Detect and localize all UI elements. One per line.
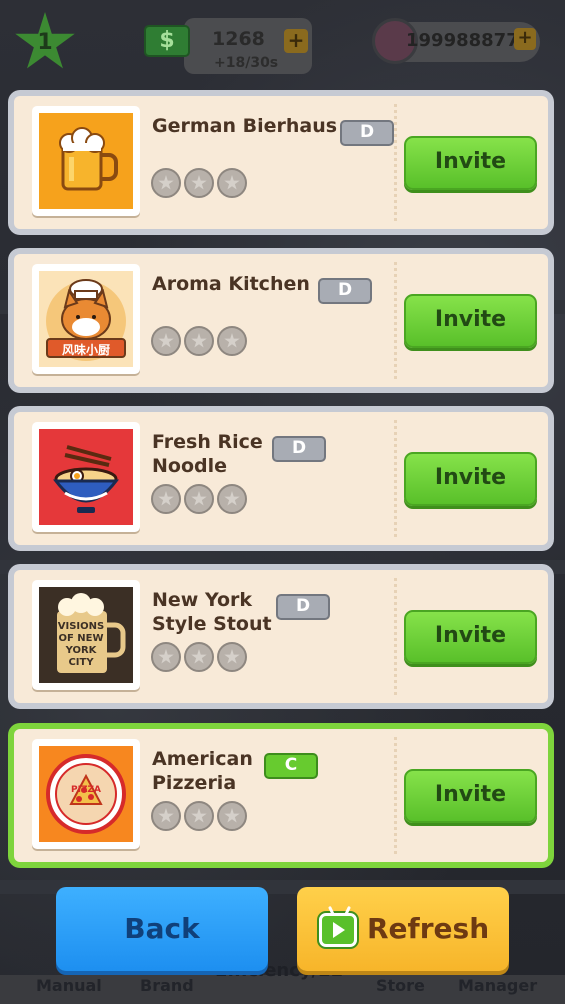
star-rating [151, 801, 247, 831]
empty-star-icon [184, 642, 214, 672]
empty-star-icon [217, 484, 247, 514]
cash-rate: +18/30s [214, 55, 279, 71]
restaurant-name: Fresh Rice Noodle [152, 431, 263, 477]
restaurant-logo [32, 106, 140, 216]
restaurant-card-body: 风味小厨 Aroma Kitchen D Invite [14, 254, 548, 387]
beer-mug-icon [59, 127, 118, 191]
empty-star-icon [151, 484, 181, 514]
restaurant-logo: PIZZA delicious [32, 739, 140, 849]
card-divider [394, 420, 397, 537]
empty-star-icon [184, 484, 214, 514]
empty-star-icon [151, 642, 181, 672]
restaurant-name: American Pizzeria [152, 748, 253, 794]
refresh-button[interactable]: Refresh [297, 887, 509, 971]
refresh-label: Refresh [367, 912, 490, 945]
grade-badge: D [272, 436, 326, 462]
invite-button[interactable]: Invite [404, 294, 537, 348]
empty-star-icon [217, 642, 247, 672]
restaurant-card-selected: PIZZA delicious American Pizzeria C Invi… [8, 723, 554, 868]
noodle-bowl-icon [39, 429, 133, 525]
card-divider [394, 578, 397, 695]
empty-star-icon [184, 801, 214, 831]
invite-button[interactable]: Invite [404, 136, 537, 190]
grade-badge: D [340, 120, 394, 146]
restaurant-card-body: PIZZA delicious American Pizzeria C Invi… [14, 729, 548, 862]
add-gems-button[interactable]: + [514, 28, 536, 50]
empty-star-icon [184, 326, 214, 356]
empty-star-icon [151, 801, 181, 831]
logo-text: 风味小厨 [61, 343, 110, 357]
restaurant-card-body: Fresh Rice Noodle D Invite [14, 412, 548, 545]
logo-text: VISIONS OF NEW YORK CITY [57, 621, 105, 668]
empty-star-icon [217, 326, 247, 356]
restaurant-name: Aroma Kitchen [152, 273, 310, 295]
watch-ad-tv-icon [319, 905, 357, 947]
noodle-bowl-icon [52, 445, 120, 513]
restaurant-card: VISIONS OF NEW YORK CITY New York Style … [8, 564, 554, 709]
cash-value: 1268 [212, 28, 265, 50]
card-divider [394, 737, 397, 854]
empty-star-icon [151, 168, 181, 198]
pizza-icon: PIZZA delicious [39, 746, 133, 842]
invite-button[interactable]: Invite [404, 769, 537, 823]
back-button[interactable]: Back [56, 887, 268, 971]
cash-icon: $ [144, 25, 190, 57]
stout-mug-icon: VISIONS OF NEW YORK CITY [39, 587, 133, 683]
top-hud: 1 $ 1268 +18/30s + 1999888777 + [0, 0, 565, 86]
invite-button[interactable]: Invite [404, 452, 537, 506]
empty-star-icon [217, 801, 247, 831]
logo-text: PIZZA delicious [71, 785, 101, 795]
chef-dog-icon: 风味小厨 [39, 271, 133, 367]
empty-star-icon [184, 168, 214, 198]
restaurant-name: New York Style Stout [152, 589, 272, 635]
star-rating [151, 326, 247, 356]
empty-star-icon [151, 326, 181, 356]
grade-badge: D [276, 594, 330, 620]
restaurant-card: German Bierhaus D Invite [8, 90, 554, 235]
restaurant-logo: VISIONS OF NEW YORK CITY [32, 580, 140, 690]
card-divider [394, 262, 397, 379]
star-rating [151, 168, 247, 198]
restaurant-name: German Bierhaus [152, 115, 338, 137]
level-number: 1 [37, 30, 53, 55]
add-cash-button[interactable]: + [284, 29, 308, 53]
nav-tab-manual[interactable]: Manual [36, 976, 102, 995]
restaurant-logo [32, 422, 140, 532]
grade-badge: D [318, 278, 372, 304]
restaurant-card: Fresh Rice Noodle D Invite [8, 406, 554, 551]
nav-tab-store[interactable]: Store [376, 976, 425, 995]
invite-button[interactable]: Invite [404, 610, 537, 664]
star-rating [151, 642, 247, 672]
restaurant-card-body: German Bierhaus D Invite [14, 96, 548, 229]
grade-badge: C [264, 753, 318, 779]
restaurant-card: 风味小厨 Aroma Kitchen D Invite [8, 248, 554, 393]
gem-value: 1999888777 [406, 30, 532, 51]
restaurant-card-body: VISIONS OF NEW YORK CITY New York Style … [14, 570, 548, 703]
empty-star-icon [217, 168, 247, 198]
card-divider [394, 104, 397, 221]
nav-tab-manager[interactable]: Manager [458, 976, 537, 995]
restaurant-logo: 风味小厨 [32, 264, 140, 374]
beer-mug-icon [39, 113, 133, 209]
star-rating [151, 484, 247, 514]
nav-tab-brand[interactable]: Brand [140, 976, 194, 995]
